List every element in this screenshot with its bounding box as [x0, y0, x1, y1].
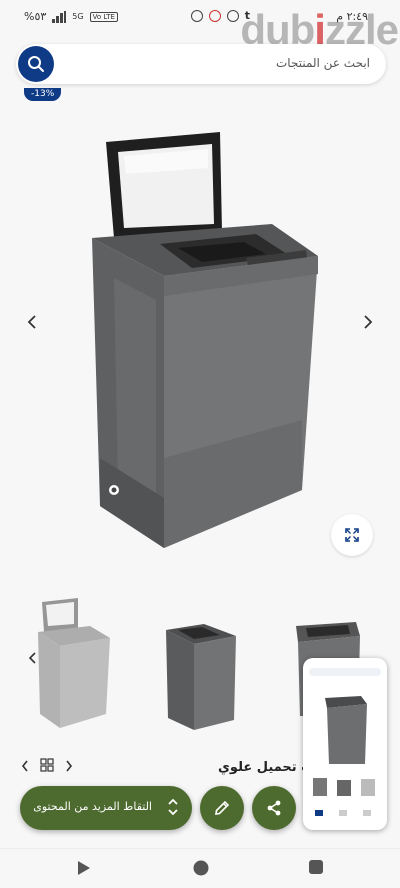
chevron-left-icon [27, 315, 36, 329]
capture-more-button[interactable]: التقاط المزيد من المحتوى [20, 786, 192, 830]
expand-button[interactable] [331, 514, 373, 556]
whatsapp-icon [190, 9, 203, 22]
search-button[interactable] [18, 46, 54, 82]
chevron-right-icon[interactable] [64, 759, 74, 773]
thumbnail-1[interactable] [34, 596, 114, 730]
whatsapp-icon-2 [226, 9, 239, 22]
chevron-right-icon [364, 315, 373, 329]
notification-icon [208, 9, 221, 22]
chevron-left-icon[interactable] [20, 759, 30, 773]
unfold-icon [168, 798, 178, 816]
screenshot-preview[interactable] [303, 658, 387, 830]
signal-icon [52, 10, 67, 23]
volte-badge: Vo LTE [89, 11, 118, 22]
home-icon[interactable] [192, 859, 210, 877]
search-input[interactable]: ابحث عن المنتجات [276, 56, 370, 70]
preview-thumbnails [313, 778, 375, 796]
grid-icon[interactable] [40, 758, 54, 772]
battery-text: %٥٣ [24, 10, 47, 23]
recents-icon[interactable] [308, 859, 324, 875]
chevron-left-icon [28, 652, 36, 664]
gallery-next-button[interactable] [358, 312, 378, 332]
capture-more-label: التقاط المزيد من المحتوى [33, 800, 152, 813]
preview-product-image [325, 696, 367, 764]
preview-search-bar [309, 668, 381, 676]
network-type: 5G [72, 12, 84, 21]
back-icon[interactable] [76, 859, 92, 877]
product-image [92, 132, 318, 548]
system-nav-bar [0, 848, 400, 888]
thumbnail-2[interactable] [164, 622, 240, 732]
share-icon [267, 800, 281, 816]
status-left: %٥٣ 5G Vo LTE [24, 10, 118, 23]
thumbnail-controls [20, 757, 80, 775]
gallery-prev-button[interactable] [22, 312, 42, 332]
search-bar[interactable]: ابحث عن المنتجات [16, 44, 386, 84]
share-button[interactable] [252, 786, 296, 830]
edit-button[interactable] [200, 786, 244, 830]
preview-footer [315, 810, 371, 816]
thumbnails-prev-button[interactable] [22, 648, 42, 668]
discount-badge: -13% [24, 88, 62, 101]
edit-icon [215, 800, 230, 815]
expand-icon [345, 528, 359, 542]
search-icon [28, 56, 44, 72]
